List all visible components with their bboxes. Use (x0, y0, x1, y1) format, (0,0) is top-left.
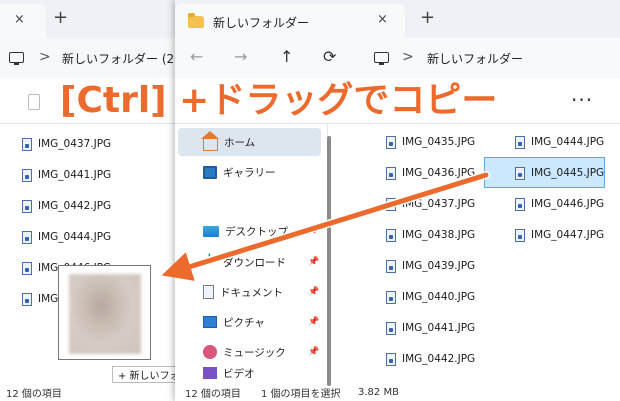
list-item-selected[interactable]: IMG_0445.JPG (515, 164, 604, 182)
image-file-icon (515, 197, 525, 211)
pin-icon[interactable]: 📌 (308, 287, 319, 297)
close-icon[interactable]: × (14, 12, 25, 27)
sidebar-item-pictures[interactable]: ピクチャ (203, 312, 265, 332)
list-item[interactable]: IMG_0437.JPG (386, 195, 475, 213)
computer-icon (374, 52, 389, 65)
back-explorer-window: × + > 新しいフォルダー (2) IMG_0437.JPG IMG_0441… (0, 0, 277, 401)
back-tab[interactable]: × (0, 4, 46, 38)
sidebar-item-home[interactable]: ホーム (201, 131, 255, 152)
selection-count: 1 個の項目を選択 (261, 389, 341, 400)
image-file-icon (22, 199, 32, 213)
image-file-icon (386, 321, 396, 335)
instruction-overlay-title: [Ctrl] +ドラッグでコピー (60, 80, 498, 121)
list-item[interactable]: IMG_0439.JPG (386, 257, 475, 275)
image-file-icon (515, 135, 525, 149)
list-item[interactable]: IMG_0435.JPG (386, 133, 475, 151)
sidebar-item-music[interactable]: ミュージック (203, 342, 286, 362)
image-file-icon (386, 352, 396, 366)
sidebar-item-gallery[interactable]: ギャラリー (203, 162, 276, 182)
image-file-icon (22, 261, 32, 275)
image-file-icon (22, 137, 32, 151)
gallery-icon (203, 165, 217, 179)
list-item[interactable]: IMG_0440.JPG (386, 288, 475, 306)
image-file-icon (386, 197, 396, 211)
music-icon (203, 345, 217, 359)
item-count: 12 個の項目 (185, 389, 241, 400)
image-file-icon (386, 166, 396, 180)
nav-scrollbar[interactable] (327, 136, 331, 386)
image-file-icon (386, 135, 396, 149)
image-file-icon (515, 228, 525, 242)
sidebar-item-desktop[interactable]: デスクトップ (203, 221, 288, 241)
up-arrow-icon[interactable]: ↑ (280, 47, 293, 66)
image-file-icon (22, 168, 32, 182)
image-file-icon (515, 166, 525, 180)
image-file-icon (386, 290, 396, 304)
front-explorer-window: 新しいフォルダー × + ← → ↑ ⟳ > 新しいフォルダー ··· ホーム … (175, 0, 620, 401)
list-item[interactable]: IMG_0444.JPG (22, 228, 111, 246)
breadcrumb[interactable]: 新しいフォルダー (427, 50, 523, 67)
back-status-bar: 12 個の項目 (6, 389, 62, 400)
chevron-right-icon: > (39, 49, 51, 65)
pin-icon[interactable]: 📌 (308, 226, 319, 236)
computer-icon (9, 52, 24, 65)
list-item[interactable]: IMG_0436.JPG (386, 164, 475, 182)
tab-title: 新しいフォルダー (213, 16, 310, 30)
pin-icon[interactable]: 📌 (308, 257, 319, 267)
blurred-photo (69, 274, 141, 354)
more-options-button[interactable]: ··· (571, 88, 593, 112)
breadcrumb[interactable]: 新しいフォルダー (2) (62, 50, 179, 67)
back-address-bar[interactable]: > 新しいフォルダー (2) (0, 38, 179, 78)
document-icon (203, 285, 214, 299)
image-file-icon (22, 292, 32, 306)
list-item[interactable]: IMG_0446.JPG (515, 195, 604, 213)
image-file-icon (386, 228, 396, 242)
list-item[interactable]: IMG_0444.JPG (515, 133, 604, 151)
close-icon[interactable]: × (377, 12, 388, 27)
folder-icon (188, 13, 204, 28)
desktop-icon (203, 225, 219, 237)
new-tab-icon[interactable]: + (420, 7, 435, 28)
refresh-icon[interactable]: ⟳ (323, 47, 336, 66)
sidebar-item-videos[interactable]: ビデオ (203, 366, 255, 380)
tab-new-folder[interactable]: 新しいフォルダー × (175, 4, 405, 38)
list-item[interactable]: IMG_0447.JPG (515, 226, 604, 244)
front-tab-bar: 新しいフォルダー × + (175, 0, 620, 38)
chevron-right-icon: > (402, 49, 414, 65)
paste-icon[interactable] (28, 94, 40, 110)
back-tab-bar: × + (0, 0, 175, 38)
list-item[interactable]: IMG_0437.JPG (22, 135, 111, 153)
list-item[interactable]: IMG_0441.JPG (22, 166, 111, 184)
image-file-icon (22, 230, 32, 244)
front-navigation-bar: ← → ↑ ⟳ > 新しいフォルダー (175, 38, 620, 78)
pictures-icon (203, 316, 217, 328)
download-icon (203, 252, 217, 269)
home-icon (201, 131, 219, 151)
image-file-icon (386, 259, 396, 273)
video-icon (203, 367, 217, 379)
pin-icon[interactable]: 📌 (308, 317, 319, 327)
sidebar-item-documents[interactable]: ドキュメント (203, 282, 283, 302)
new-tab-icon[interactable]: + (53, 7, 68, 28)
list-item[interactable]: IMG_0442.JPG (386, 350, 475, 368)
selection-size: 3.82 MB (358, 387, 399, 398)
front-status-bar: 12 個の項目 1 個の項目を選択 3.82 MB (175, 384, 620, 401)
list-item[interactable]: IMG_0442.JPG (22, 197, 111, 215)
list-item[interactable]: IMG_0438.JPG (386, 226, 475, 244)
list-item[interactable]: IMG_0441.JPG (386, 319, 475, 337)
sidebar-item-downloads[interactable]: ダウンロード (203, 252, 286, 272)
back-arrow-icon[interactable]: ← (190, 47, 203, 66)
pin-icon[interactable]: 📌 (308, 347, 319, 357)
forward-arrow-icon[interactable]: → (234, 47, 247, 66)
drag-preview-thumbnail (58, 265, 151, 360)
